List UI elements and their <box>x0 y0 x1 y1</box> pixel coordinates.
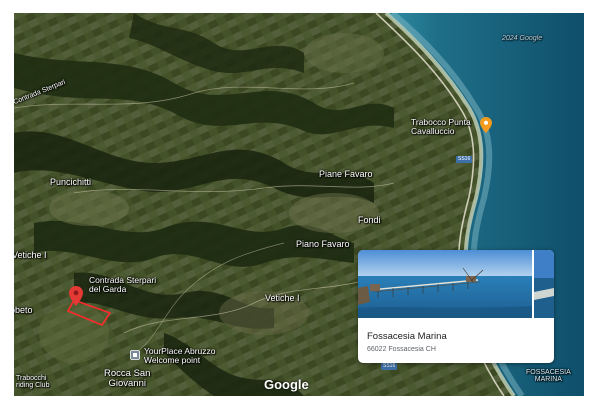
place-label-vetiche-left: Vetiche I <box>14 250 47 260</box>
place-label-piane-favaro: Piane Favaro <box>319 169 373 179</box>
place-card[interactable]: Fossacesia Marina 66022 Fossacesia CH <box>358 250 554 363</box>
place-label-fossacesia-marina: FOSSACESIA MARINA <box>526 369 571 384</box>
place-label-vetiche-mid: Vetiche I <box>265 293 300 303</box>
location-pin-icon[interactable] <box>69 286 83 311</box>
place-label-obeto: obeto <box>14 305 33 315</box>
place-label-contrada-sterpari-garda: Contrada Sterpari del Garda <box>89 275 157 294</box>
map-viewport[interactable]: Contrada Sterpari Puncichitti Trabocco P… <box>14 13 584 396</box>
place-card-address: 66022 Fossacesia CH <box>367 346 436 353</box>
road-shield-ss16-lower: SS16 <box>381 363 398 370</box>
place-label-rocca-san-giovanni: Rocca San Giovanni <box>104 368 151 389</box>
place-label-trabocchi-club: Trabocchi riding Club <box>16 375 50 390</box>
map-faint-overlay: 2024 Google <box>502 35 543 42</box>
place-label-fondi: Fondi <box>358 215 381 225</box>
place-label-puncichitti: Puncichitti <box>50 177 92 187</box>
place-label-trabocco: Trabocco Punta Cavalluccio <box>411 117 471 136</box>
place-label-yourplace: YourPlace Abruzzo Welcome point <box>144 346 216 365</box>
google-watermark: Google <box>264 377 309 392</box>
poi-pin-icon[interactable] <box>480 117 492 138</box>
place-card-photo-secondary[interactable] <box>534 250 554 318</box>
poi-square-icon[interactable] <box>130 347 140 365</box>
road-shield-ss16-upper: SS16 <box>456 156 473 163</box>
place-label-piano-favaro: Piano Favaro <box>296 239 350 249</box>
place-card-title: Fossacesia Marina <box>367 331 447 342</box>
place-card-photo[interactable] <box>358 250 532 318</box>
